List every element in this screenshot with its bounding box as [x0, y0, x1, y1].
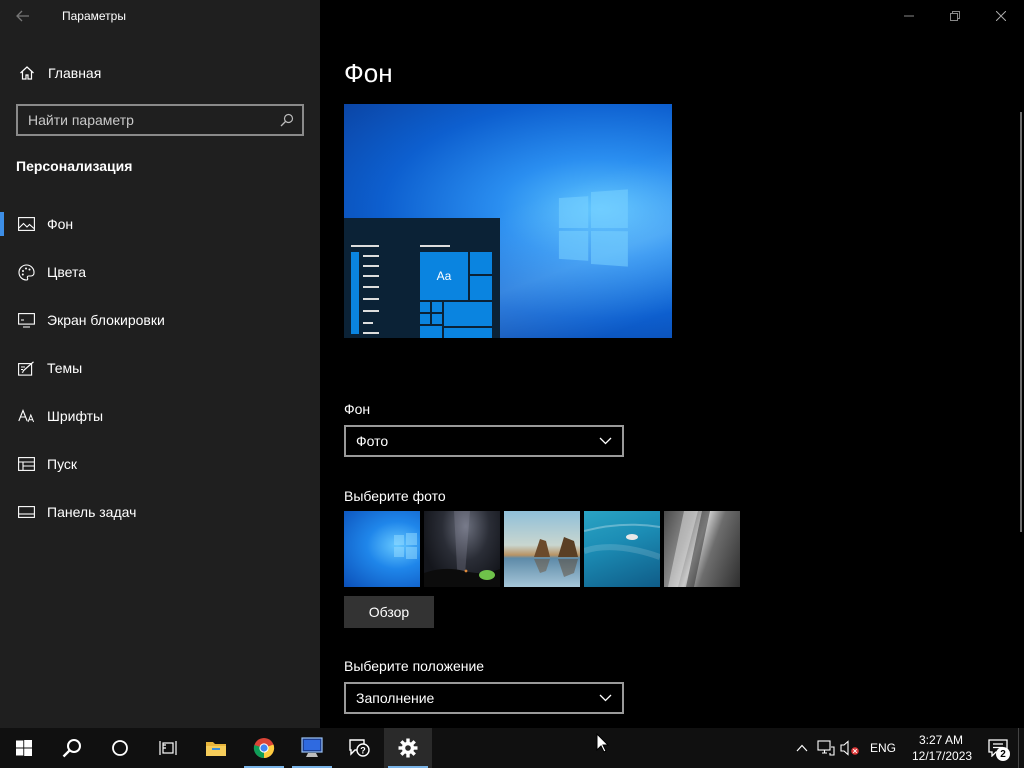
palette-icon [17, 263, 35, 281]
photo-thumbnail[interactable] [664, 511, 740, 587]
sidebar-item-label: Панель задач [47, 504, 137, 520]
close-button[interactable] [978, 0, 1024, 32]
computer-icon [301, 737, 323, 757]
show-desktop-button[interactable] [1018, 728, 1024, 768]
network-icon [817, 740, 835, 756]
show-hidden-icons-button[interactable] [790, 728, 814, 768]
background-preview: Aa [344, 104, 672, 338]
background-type-value: Фото [356, 433, 389, 449]
windows-start-icon [16, 740, 32, 756]
sidebar-item-label: Шрифты [47, 408, 104, 424]
photo-thumbnail[interactable] [504, 511, 580, 587]
chevron-up-icon [796, 744, 808, 752]
nav-list: Фон Цвета Экран блокировки Темы Шрифты П… [0, 200, 320, 536]
chevron-down-icon [599, 694, 612, 702]
brush-icon [17, 359, 35, 377]
font-icon [17, 407, 35, 425]
start-button[interactable] [0, 728, 48, 768]
main-content: Фон Aa Фон Фото Выберите фото Обзор Выбе… [320, 0, 1024, 728]
restore-button[interactable] [932, 0, 978, 32]
sidebar-item-fonts[interactable]: Шрифты [0, 392, 320, 440]
photo-thumbnails [344, 511, 740, 587]
page-title: Фон [344, 58, 393, 88]
start-icon [17, 455, 35, 473]
sidebar-item-label: Пуск [47, 456, 78, 472]
settings-icon [398, 738, 418, 758]
picture-icon [17, 215, 35, 233]
chevron-down-icon [599, 437, 612, 445]
file-explorer-button[interactable] [192, 728, 240, 768]
task-view-button[interactable] [144, 728, 192, 768]
system-tray: ENG 3:27 AM 12/17/2023 2 [790, 728, 1024, 768]
search-input[interactable] [18, 106, 272, 134]
background-label: Фон [344, 401, 371, 417]
background-type-select[interactable]: Фото [344, 425, 624, 457]
volume-muted-icon [840, 740, 859, 756]
sidebar-item-lock-screen[interactable]: Экран блокировки [0, 296, 320, 344]
file-explorer-icon [206, 742, 226, 756]
cortana-button[interactable] [96, 728, 144, 768]
taskbar: ? ENG 3:27 AM 12/17/2023 2 [0, 728, 1024, 768]
nav-home[interactable]: Главная [0, 56, 320, 90]
sidebar-item-colors[interactable]: Цвета [0, 248, 320, 296]
action-center-button[interactable]: 2 [978, 728, 1018, 768]
window-title: Параметры [62, 9, 126, 23]
monitor-icon [17, 311, 35, 329]
feedback-hub-icon: ? [349, 739, 370, 757]
sidebar-item-label: Экран блокировки [47, 312, 165, 328]
taskbar-search-button[interactable] [48, 728, 96, 768]
sidebar-item-label: Фон [47, 216, 74, 232]
minimize-button[interactable] [886, 0, 932, 32]
close-icon [996, 11, 1006, 21]
sidebar: Параметры Главная Персонализация Фон Цве… [0, 0, 320, 728]
notification-count-badge: 2 [996, 747, 1010, 761]
sidebar-item-background[interactable]: Фон [0, 200, 320, 248]
back-arrow-icon [16, 10, 29, 22]
sidebar-item-themes[interactable]: Темы [0, 344, 320, 392]
settings-button[interactable] [384, 728, 432, 768]
sidebar-item-start[interactable]: Пуск [0, 440, 320, 488]
restore-icon [950, 11, 960, 21]
clock[interactable]: 3:27 AM 12/17/2023 [904, 732, 978, 764]
mouse-cursor-icon [596, 733, 609, 753]
nav-home-label: Главная [48, 65, 102, 81]
choose-photo-label: Выберите фото [344, 488, 446, 504]
window-controls [886, 0, 1024, 32]
windows-logo-icon [558, 189, 628, 267]
computer-app-button[interactable] [288, 728, 336, 768]
position-label: Выберите положение [344, 658, 485, 674]
sidebar-item-label: Цвета [47, 264, 86, 280]
photo-thumbnail[interactable] [584, 511, 660, 587]
sidebar-item-taskbar[interactable]: Панель задач [0, 488, 320, 536]
search-icon [62, 739, 81, 758]
clock-time: 3:27 AM [918, 733, 964, 747]
browse-button[interactable]: Обзор [344, 596, 434, 628]
back-button[interactable] [0, 0, 46, 32]
language-indicator[interactable]: ENG [862, 741, 904, 755]
minimize-icon [904, 15, 914, 17]
photo-thumbnail[interactable] [424, 511, 500, 587]
preview-tile-text: Aa [420, 252, 468, 300]
photo-thumbnail[interactable] [344, 511, 420, 587]
network-button[interactable] [814, 728, 838, 768]
section-title: Персонализация [16, 158, 133, 174]
task-view-icon [159, 741, 177, 755]
feedback-hub-button[interactable]: ? [336, 728, 384, 768]
svg-text:?: ? [360, 746, 366, 756]
cortana-icon [112, 740, 128, 756]
clock-date: 12/17/2023 [912, 749, 973, 763]
chrome-icon [253, 738, 275, 759]
position-select[interactable]: Заполнение [344, 682, 624, 714]
search-box[interactable] [16, 104, 304, 136]
position-value: Заполнение [356, 690, 435, 706]
volume-button[interactable] [838, 728, 862, 768]
taskbar-icon [17, 503, 35, 521]
scrollbar[interactable] [1020, 112, 1022, 532]
sidebar-item-label: Темы [47, 360, 83, 376]
title-bar: Параметры [0, 0, 320, 32]
home-icon [17, 63, 37, 83]
start-menu-preview: Aa [344, 218, 500, 338]
search-icon[interactable] [272, 113, 302, 127]
chrome-button[interactable] [240, 728, 288, 768]
